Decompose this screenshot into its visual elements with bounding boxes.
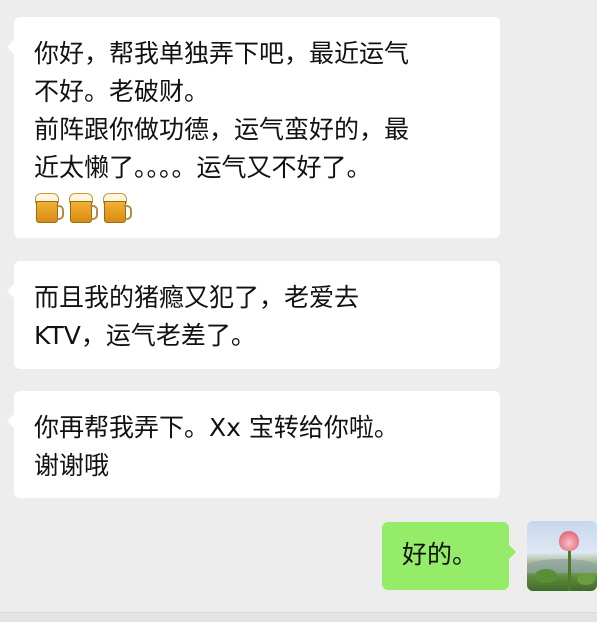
message-text-line: 不好。老破财。 xyxy=(34,77,210,106)
message-text-line: 好的。 xyxy=(402,540,478,569)
message-bubble-incoming[interactable]: 而且我的猪瘾又犯了，老爱去 KTV，运气老差了。 xyxy=(7,261,500,369)
beer-mug-icon xyxy=(68,191,98,223)
message-bubble-incoming[interactable]: 你好，帮我单独弄下吧，最近运气 不好。老破财。 前阵跟你做功德，运气蛮好的，最 … xyxy=(7,17,500,238)
chat-message-list: 你好，帮我单独弄下吧，最近运气 不好。老破财。 前阵跟你做功德，运气蛮好的，最 … xyxy=(0,0,597,622)
avatar-leaf xyxy=(535,569,557,583)
avatar-leaf xyxy=(577,573,595,585)
emoji-row xyxy=(34,187,482,225)
beer-mug-icon xyxy=(34,191,64,223)
beer-mug-icon xyxy=(102,191,132,223)
message-text-line: KTV，运气老差了。 xyxy=(34,321,256,350)
avatar-stem xyxy=(568,547,571,591)
message-text-line: 前阵跟你做功德，运气蛮好的，最 xyxy=(34,115,410,144)
message-text-line: 近太懒了。。。。运气又不好了。 xyxy=(34,153,372,182)
message-text-line: 你再帮我弄下。Xx 宝转给你啦。 xyxy=(34,413,399,442)
message-text-line: 你好，帮我单独弄下吧，最近运气 xyxy=(34,39,410,68)
avatar-flower xyxy=(559,531,579,551)
message-bubble-incoming[interactable]: 你再帮我弄下。Xx 宝转给你啦。 谢谢哦 xyxy=(7,391,500,498)
message-bubble-outgoing[interactable]: 好的。 xyxy=(382,522,516,590)
message-text-line: 而且我的猪瘾又犯了，老爱去 xyxy=(34,283,360,312)
lotus-flower-avatar[interactable] xyxy=(527,521,597,591)
message-text-line: 谢谢哦 xyxy=(34,451,110,480)
